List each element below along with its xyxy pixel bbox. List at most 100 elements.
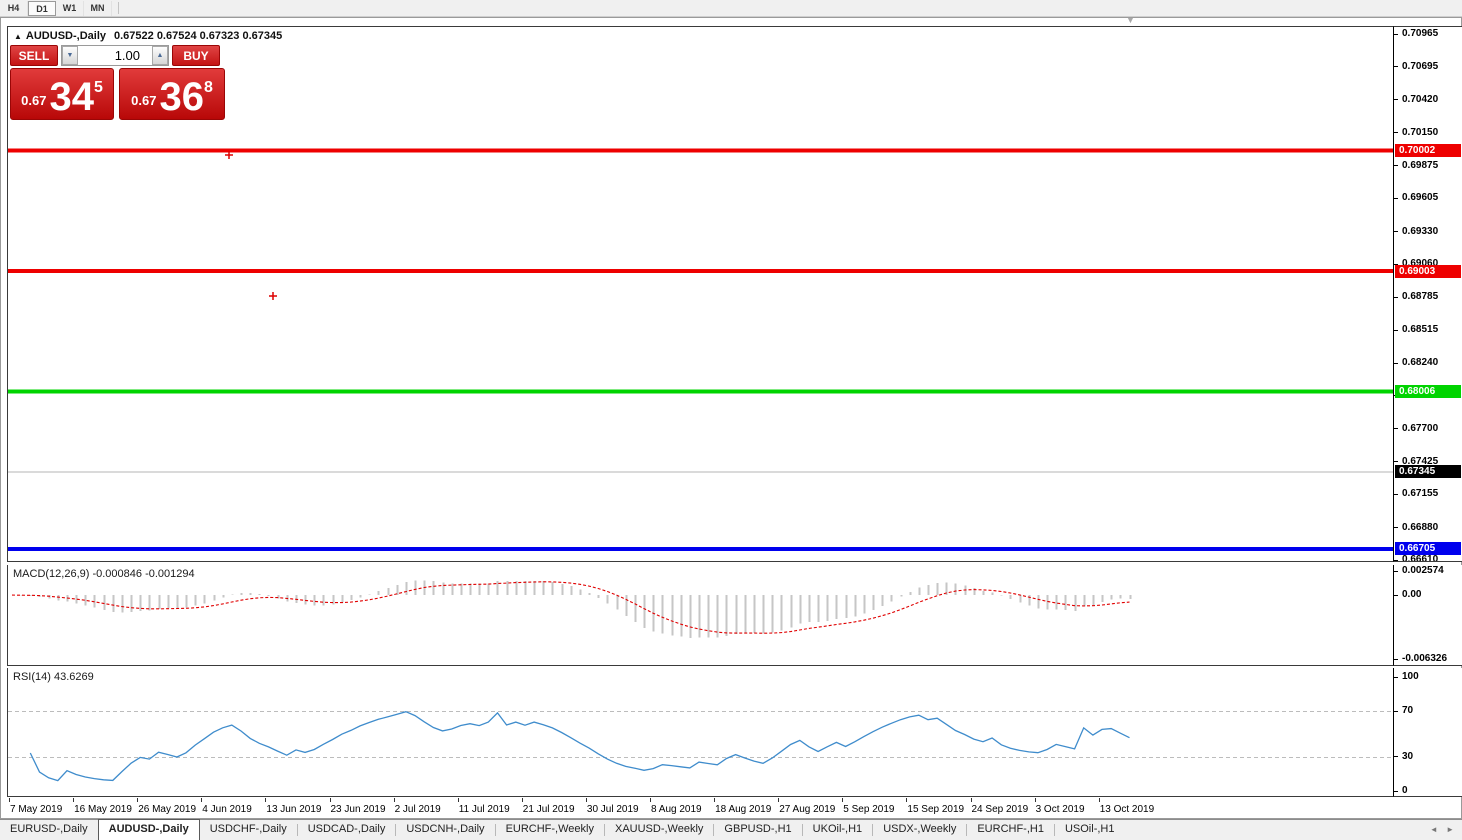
price-axis-tick: [1394, 428, 1398, 430]
macd-axis[interactable]: 0.002574 0.00 -0.006326: [1393, 565, 1462, 666]
rsi-axis-label: 0: [1402, 785, 1408, 796]
price-axis-tick: [1394, 362, 1398, 364]
date-axis-label: 3 Oct 2019: [1035, 804, 1085, 815]
sell-button[interactable]: SELL: [10, 45, 58, 66]
rsi-axis-tick: [1394, 710, 1398, 712]
date-axis-tick: [9, 798, 10, 802]
rsi-axis-label: 100: [1402, 671, 1419, 682]
macd-axis-label: 0.00: [1402, 589, 1422, 601]
macd-axis-tick: [1394, 658, 1398, 660]
chart-ohlc-values: 0.67522 0.67524 0.67323 0.67345: [114, 30, 283, 42]
price-axis-label: 0.69875: [1402, 159, 1439, 171]
rsi-axis[interactable]: 100 70 30 0: [1393, 668, 1462, 797]
time-axis[interactable]: 7 May 2019 16 May 2019 26 May 2019 4 Jun 20…: [7, 798, 1393, 818]
price-axis-tick: [1394, 559, 1398, 561]
bid-price-badge: 0.67345: [1395, 465, 1461, 478]
tab-usdx-weekly[interactable]: USDX-,Weekly: [873, 820, 966, 840]
sell-price-prefix: 0.67: [21, 93, 47, 108]
buy-button[interactable]: BUY: [172, 45, 220, 66]
tab-usdchf-daily[interactable]: USDCHF-,Daily: [200, 820, 297, 840]
macd-axis-tick: [1394, 594, 1398, 596]
date-axis-tick: [970, 798, 972, 802]
tab-scroll-left-button[interactable]: ◄: [1430, 825, 1438, 834]
tab-usdcnh-daily[interactable]: USDCNH-,Daily: [396, 820, 494, 840]
rsi-canvas: [8, 711, 1393, 782]
volume-group: ▼ 1.00 ▲: [61, 45, 169, 66]
date-axis-label: 18 Aug 2019: [715, 804, 772, 815]
date-axis-label: 5 Sep 2019: [843, 804, 895, 815]
toolbar-divider: [118, 2, 119, 14]
price-axis-label: 0.66610: [1402, 554, 1439, 562]
price-axis-label: 0.70965: [1402, 28, 1439, 39]
date-axis-tick: [457, 798, 459, 802]
price-axis-label: 0.67700: [1402, 422, 1439, 434]
level-price-badge: 0.66705: [1395, 542, 1461, 556]
date-axis-tick: [1034, 798, 1036, 802]
date-axis-tick: [201, 798, 203, 802]
rsi-label: RSI(14) 43.6269: [13, 671, 94, 683]
tab-eurchf-weekly[interactable]: EURCHF-,Weekly: [496, 820, 604, 840]
tab-ukoil-h1[interactable]: UKOil-,H1: [803, 820, 873, 840]
timeframe-button-d1[interactable]: D1: [28, 0, 56, 16]
tab-audusd-daily[interactable]: AUDUSD-,Daily: [97, 819, 200, 840]
price-axis-tick: [1394, 99, 1398, 101]
price-axis-label: 0.69330: [1402, 225, 1439, 237]
price-axis-label: 0.70420: [1402, 93, 1439, 105]
price-axis-label: 0.70150: [1402, 126, 1439, 138]
main-chart-pane[interactable]: ▲ AUDUSD-,Daily 0.67522 0.67524 0.67323 0.…: [7, 26, 1393, 562]
trade-widget-top-row: SELL ▼ 1.00 ▲ BUY: [10, 45, 226, 66]
price-axis-label: 0.68515: [1402, 324, 1439, 336]
rsi-indicator-pane[interactable]: RSI(14) 43.6269: [7, 668, 1393, 797]
volume-decrease-button[interactable]: ▼: [62, 46, 78, 65]
tab-eurchf-h1[interactable]: EURCHF-,H1: [967, 820, 1054, 840]
price-axis-tick: [1394, 329, 1398, 331]
chart-title: ▲ AUDUSD-,Daily 0.67522 0.67524 0.67323 0.…: [14, 30, 282, 42]
volume-input[interactable]: 1.00: [78, 46, 152, 65]
date-axis-tick: [521, 798, 523, 802]
price-axis-tick: [1394, 493, 1398, 495]
date-axis-label: 4 Jun 2019: [202, 804, 252, 815]
price-axis-tick: [1394, 197, 1398, 199]
date-axis-tick: [842, 798, 844, 802]
date-axis-label: 24 Sep 2019: [971, 804, 1029, 815]
price-axis-label: 0.67155: [1402, 488, 1439, 500]
date-axis-label: 7 May 2019: [10, 804, 63, 815]
date-axis-tick: [329, 798, 331, 802]
macd-canvas: [11, 580, 1132, 638]
chart-symbol-label: AUDUSD-,Daily: [25, 30, 106, 42]
timeframe-button-w1[interactable]: W1: [56, 0, 84, 16]
timeframe-button-mn[interactable]: MN: [84, 0, 112, 16]
rsi-axis-label: 70: [1402, 705, 1414, 717]
price-axis[interactable]: 0.70965 0.70695 0.70420 0.70150 0.69875 0.696…: [1393, 26, 1462, 562]
sell-price-button[interactable]: 0.67 34 5: [10, 68, 114, 120]
scroll-position-marker-icon: ▼: [1126, 15, 1135, 25]
rsi-axis-label: 30: [1402, 750, 1414, 762]
tab-usoil-h1[interactable]: USOil-,H1: [1055, 820, 1125, 840]
tab-gbpusd-h1[interactable]: GBPUSD-,H1: [714, 820, 801, 840]
trade-widget-price-row: 0.67 34 5 0.67 36 8: [10, 68, 226, 120]
volume-increase-button[interactable]: ▲: [152, 46, 168, 65]
timeframe-toolbar: H4 D1 W1 MN: [0, 0, 1462, 17]
date-axis-tick: [265, 798, 267, 802]
collapse-triangle-icon[interactable]: ▲: [14, 32, 22, 41]
tab-usdcad-daily[interactable]: USDCAD-,Daily: [298, 820, 396, 840]
date-axis-label: 15 Sep 2019: [907, 804, 965, 815]
macd-label: MACD(12,26,9) -0.000846 -0.001294: [13, 568, 195, 580]
chart-tab-bar: EURUSD-,Daily AUDUSD-,Daily USDCHF-,Daily U…: [0, 819, 1462, 840]
tab-xauusd-weekly[interactable]: XAUUSD-,Weekly: [605, 820, 713, 840]
tab-eurusd-daily[interactable]: EURUSD-,Daily: [0, 820, 98, 840]
date-axis-tick: [714, 798, 716, 802]
buy-price-button[interactable]: 0.67 36 8: [119, 68, 225, 120]
chart-tabs: EURUSD-,Daily AUDUSD-,Daily USDCHF-,Daily U…: [0, 819, 1124, 840]
macd-indicator-pane[interactable]: MACD(12,26,9) -0.000846 -0.001294: [7, 565, 1393, 666]
date-axis-label: 27 Aug 2019: [779, 804, 836, 815]
date-axis-label: 21 Jul 2019: [522, 804, 575, 815]
timeframe-button-h4[interactable]: H4: [0, 0, 28, 16]
date-axis-label: 23 Jun 2019: [330, 804, 386, 815]
price-axis-label: 0.66880: [1402, 521, 1439, 533]
date-axis-tick: [650, 798, 651, 802]
tab-scroll-right-button[interactable]: ►: [1446, 825, 1454, 834]
date-axis-label: 8 Aug 2019: [651, 804, 702, 815]
one-click-trade-widget: SELL ▼ 1.00 ▲ BUY 0.67 34 5 0.67 36 8: [10, 45, 226, 120]
date-axis-label: 13 Jun 2019: [266, 804, 322, 815]
